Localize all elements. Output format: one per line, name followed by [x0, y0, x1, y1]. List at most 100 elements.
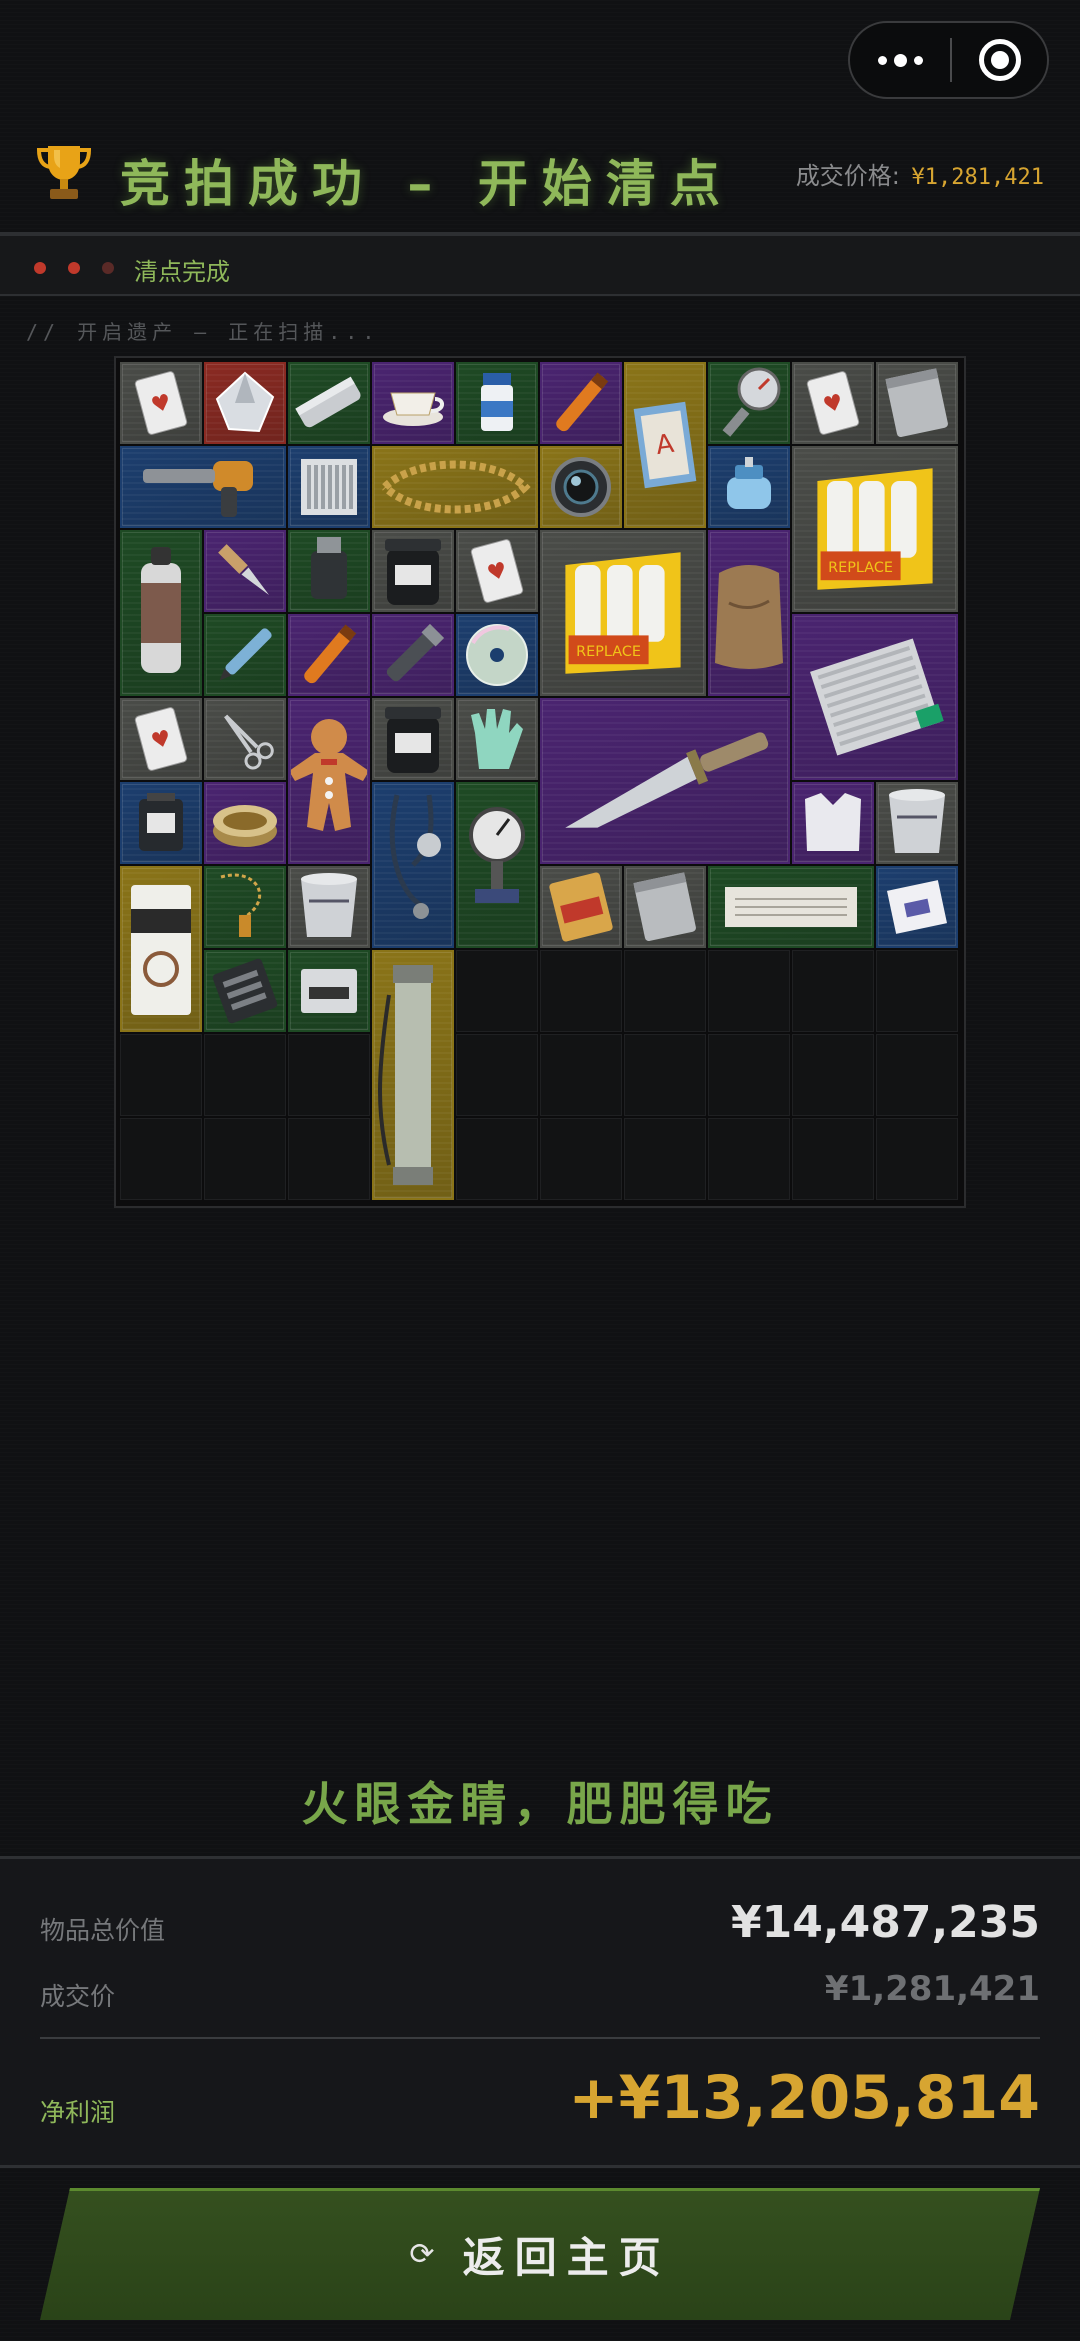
svg-text:REPLACE: REPLACE: [576, 644, 641, 660]
flashlight-icon: [386, 623, 445, 682]
trophy-icon: [36, 146, 92, 199]
loot-item-tin-can[interactable]: [204, 782, 286, 864]
loot-item-heat-gun[interactable]: [120, 446, 286, 528]
empty-slot: [792, 1118, 874, 1200]
empty-slot: [540, 950, 622, 1032]
loot-grid: ♥ A ♥ REPLACE ♥ REPLACE ♥: [114, 356, 966, 1208]
gas-canister-icon: [727, 457, 771, 509]
deal-price-value: ¥1,281,421: [911, 165, 1044, 190]
status-bar: 清点完成: [0, 236, 1080, 296]
loot-item-ssd-drive[interactable]: [288, 950, 370, 1032]
loot-item-paper-scroll[interactable]: [708, 866, 874, 948]
loot-item-coffee-bag[interactable]: [120, 866, 202, 1032]
more-options-button[interactable]: [850, 23, 950, 97]
loot-item-pressure-valve[interactable]: [456, 782, 538, 948]
loot-item-filter-cartridge[interactable]: [288, 446, 370, 528]
loot-item-flare[interactable]: [540, 362, 622, 444]
loot-item-pen[interactable]: [204, 614, 286, 696]
coffee-bag-icon: [131, 885, 191, 1015]
result-quote: 火眼金睛，肥肥得吃: [301, 1777, 779, 1831]
loot-item-gingerbread-man[interactable]: [288, 698, 370, 864]
circuit-board-icon: [212, 958, 278, 1024]
empty-slot: [204, 1118, 286, 1200]
loot-item-graphics-card[interactable]: [792, 614, 958, 780]
loot-item-candle-pack[interactable]: REPLACE: [792, 446, 958, 612]
more-icon: [877, 55, 887, 65]
loot-item-folding-knife[interactable]: [204, 530, 286, 612]
loot-item-circuit-board[interactable]: [204, 950, 286, 1032]
loot-item-playing-card[interactable]: ♥: [792, 362, 874, 444]
loot-item-snack-bag[interactable]: [540, 866, 622, 948]
sealed-pouch-icon: [633, 872, 696, 942]
loot-item-vest[interactable]: [792, 782, 874, 864]
loot-item-playing-card[interactable]: ♥: [456, 530, 538, 612]
stethoscope-icon: [389, 794, 441, 919]
close-miniprogram-button[interactable]: [952, 23, 1047, 97]
refresh-icon: ⟳: [409, 2236, 435, 2272]
loot-item-notebook[interactable]: A: [624, 362, 706, 528]
loot-item-teacup[interactable]: [372, 362, 454, 444]
total-value: ¥14,487,235: [731, 1897, 1040, 1948]
loot-item-envelope[interactable]: [876, 866, 958, 948]
deal-price-header: 成交价格: ¥1,281,421: [796, 156, 1044, 191]
loot-item-pill-bottle[interactable]: [456, 362, 538, 444]
gingerbread-man-icon: [291, 719, 367, 831]
loot-item-rubber-glove[interactable]: [456, 698, 538, 780]
loot-item-compact-disc[interactable]: [456, 614, 538, 696]
candle-pack-icon: REPLACE: [817, 468, 933, 590]
loot-item-flare[interactable]: [288, 614, 370, 696]
loot-item-combat-knife[interactable]: [540, 698, 790, 864]
miniprogram-capsule: [848, 21, 1049, 99]
empty-slot: [876, 1034, 958, 1116]
pressure-gauge-icon: [722, 367, 781, 437]
loot-item-burlap-sack[interactable]: [708, 530, 790, 696]
loot-item-stethoscope[interactable]: [372, 782, 454, 948]
loot-item-necklace-pendant[interactable]: [204, 866, 286, 948]
empty-slot: [708, 1034, 790, 1116]
empty-slot: [792, 950, 874, 1032]
loot-item-paint-bucket[interactable]: [288, 866, 370, 948]
loot-item-playing-card[interactable]: ♥: [120, 698, 202, 780]
pen-icon: [219, 628, 272, 681]
loot-item-spray-can[interactable]: [120, 530, 202, 696]
empty-slot: [288, 1118, 370, 1200]
loot-item-map-tube[interactable]: [372, 950, 454, 1200]
loot-item-power-bank[interactable]: [120, 782, 202, 864]
teacup-icon: [383, 392, 444, 426]
loot-item-playing-card[interactable]: ♥: [120, 362, 202, 444]
loot-item-sealed-pouch[interactable]: [876, 362, 958, 444]
loot-item-paint-bucket[interactable]: [876, 782, 958, 864]
loot-item-pressure-gauge[interactable]: [708, 362, 790, 444]
return-home-button[interactable]: ⟳ 返回主页: [40, 2188, 1040, 2320]
graphics-card-icon: [810, 638, 944, 756]
loot-item-gold-necklace[interactable]: [372, 446, 538, 528]
loot-item-diamond[interactable]: [204, 362, 286, 444]
loot-item-protein-jar[interactable]: [372, 530, 454, 612]
paper-scroll-icon: [725, 887, 857, 927]
page-header: 竞拍成功 – 开始清点 成交价格: ¥1,281,421: [0, 120, 1080, 232]
lighter-icon: [311, 537, 347, 599]
combat-knife-icon: [565, 732, 769, 828]
loot-item-camera-lens[interactable]: [540, 446, 622, 528]
loot-item-scissors[interactable]: [204, 698, 286, 780]
return-home-label: 返回主页: [462, 2232, 671, 2282]
rubber-glove-icon: [471, 709, 523, 769]
protein-jar-icon: [385, 707, 441, 773]
deal-price-summary-value: ¥1,281,421: [824, 1969, 1040, 2009]
loot-item-sealed-pouch[interactable]: [624, 866, 706, 948]
envelope-icon: [886, 880, 948, 934]
loot-item-silver-tube[interactable]: [288, 362, 370, 444]
ssd-drive-icon: [301, 969, 357, 1013]
loot-item-lighter[interactable]: [288, 530, 370, 612]
loot-item-flashlight[interactable]: [372, 614, 454, 696]
empty-slot: [120, 1034, 202, 1116]
empty-slot: [456, 1118, 538, 1200]
empty-slot: [792, 1034, 874, 1116]
loot-item-candle-pack[interactable]: REPLACE: [540, 530, 706, 696]
loot-item-gas-canister[interactable]: [708, 446, 790, 528]
empty-slot: [708, 1118, 790, 1200]
close-circle-icon: [978, 39, 1021, 81]
empty-slot: [540, 1118, 622, 1200]
empty-slot: [540, 1034, 622, 1116]
loot-item-protein-jar[interactable]: [372, 698, 454, 780]
